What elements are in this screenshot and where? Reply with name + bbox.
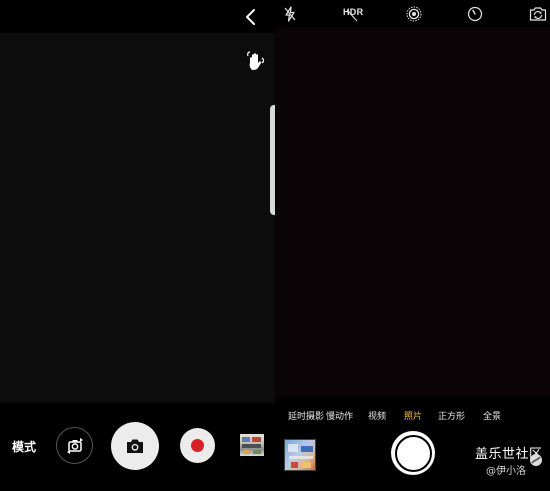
switch-camera-button[interactable] (56, 427, 93, 464)
record-icon (191, 439, 204, 452)
viewfinder[interactable] (0, 33, 275, 403)
flash-off-icon[interactable] (282, 6, 298, 22)
record-video-button[interactable] (180, 428, 215, 463)
live-photo-icon[interactable] (406, 6, 422, 22)
mode-button[interactable]: 模式 (12, 438, 36, 455)
mode-square[interactable]: 正方形 (438, 409, 465, 422)
take-photo-button[interactable] (111, 422, 159, 470)
switch-camera-icon (66, 437, 83, 454)
samsung-camera-screen: 模式 (0, 0, 275, 491)
gallery-thumbnail[interactable] (240, 434, 264, 456)
viewfinder[interactable] (276, 27, 550, 397)
camera-icon (127, 439, 143, 453)
mode-slo-mo[interactable]: 慢动作 (326, 409, 353, 422)
mode-timelapse[interactable]: 延时摄影 (288, 409, 324, 422)
hdr-icon (340, 7, 364, 22)
watermark-author: @伊小洛 (486, 466, 526, 477)
chevron-left-icon[interactable] (241, 7, 261, 27)
iphone-camera-screen: HDR 延时摄影 慢动作 视频 照片 正方形 全景 盖乐世社区 @伊小洛 (276, 0, 550, 491)
edge-panel-handle[interactable] (270, 105, 275, 215)
mode-selector: 延时摄影 慢动作 视频 照片 正方形 全景 (276, 409, 550, 423)
shutter-ring (394, 434, 432, 472)
photo-library-thumbnail[interactable] (284, 439, 316, 471)
hand-gesture-icon[interactable] (244, 50, 266, 72)
watermark-logo-icon (529, 452, 543, 466)
mode-video[interactable]: 视频 (368, 409, 386, 422)
flip-camera-icon[interactable] (529, 5, 547, 23)
mode-pano[interactable]: 全景 (483, 409, 501, 422)
top-bar (0, 0, 275, 33)
shutter-button[interactable] (391, 431, 435, 475)
mode-photo[interactable]: 照片 (404, 409, 422, 422)
timer-icon[interactable] (467, 6, 483, 22)
